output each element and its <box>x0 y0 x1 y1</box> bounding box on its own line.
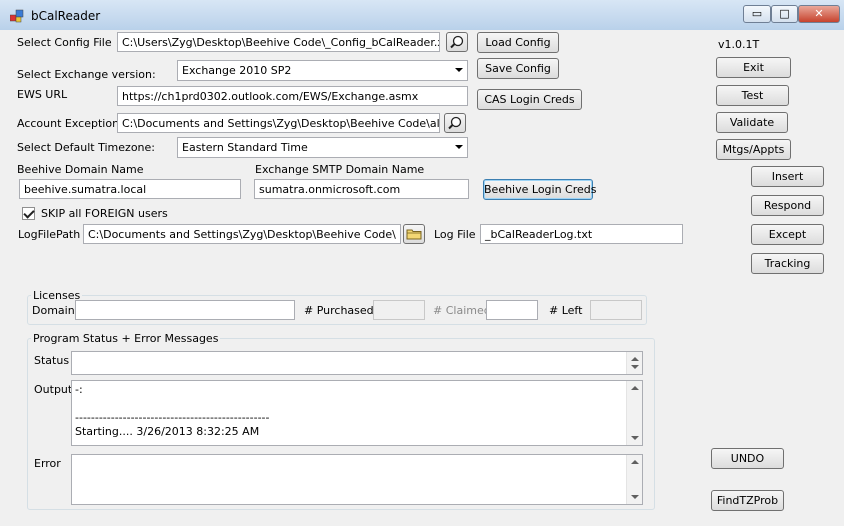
output-textbox[interactable]: -: -------------------------------------… <box>71 380 643 446</box>
respond-button[interactable]: Respond <box>751 195 824 216</box>
browse-folder-button[interactable] <box>403 224 425 244</box>
license-domain-label: Domain: <box>32 304 79 317</box>
output-label: Output <box>34 383 73 396</box>
title-bar[interactable]: bCalReader ▭ □ ✕ <box>0 0 844 30</box>
test-button[interactable]: Test <box>716 85 789 106</box>
account-exceptions-label: Account Exceptions <box>17 117 125 130</box>
beehive-login-button[interactable]: Beehive Login Creds <box>483 179 597 200</box>
maximize-button[interactable]: □ <box>771 5 798 23</box>
browse-config-button[interactable] <box>446 32 468 52</box>
search-icon <box>448 116 462 130</box>
purchased-field <box>373 300 425 320</box>
except-button[interactable]: Except <box>751 224 824 245</box>
mtgs-appts-button[interactable]: Mtgs/Appts <box>716 139 791 160</box>
maximize-icon: □ <box>779 7 790 20</box>
ews-url-field[interactable]: https://ch1prd0302.outlook.com/EWS/Excha… <box>117 86 468 106</box>
scroll-up-icon[interactable] <box>631 357 639 361</box>
scroll-up-icon[interactable] <box>631 460 639 464</box>
scroll-down-icon[interactable] <box>631 495 639 499</box>
chevron-down-icon <box>455 145 463 149</box>
validate-button[interactable]: Validate <box>716 112 788 133</box>
error-label: Error <box>34 457 61 470</box>
tracking-button[interactable]: Tracking <box>751 253 824 274</box>
output-scrollbar[interactable] <box>626 381 642 445</box>
status-textbox[interactable] <box>71 351 643 375</box>
timezone-select[interactable]: Eastern Standard Time <box>177 137 468 158</box>
scroll-down-icon[interactable] <box>631 365 639 369</box>
cas-login-button[interactable]: CAS Login Creds <box>477 89 582 110</box>
version-label: v1.0.1T <box>718 38 760 51</box>
skip-foreign-label: SKIP all FOREIGN users <box>41 207 168 220</box>
insert-button[interactable]: Insert <box>751 166 824 187</box>
logfile-label: Log File <box>434 228 476 241</box>
main-window: bCalReader ▭ □ ✕ Select Config File C:\U… <box>0 0 844 526</box>
error-scrollbar[interactable] <box>626 455 642 504</box>
scroll-down-icon[interactable] <box>631 436 639 440</box>
scroll-up-icon[interactable] <box>631 386 639 390</box>
find-tz-prob-button[interactable]: FindTZProb <box>711 490 784 511</box>
browse-exceptions-button[interactable] <box>444 113 466 133</box>
account-exceptions-field[interactable]: C:\Documents and Settings\Zyg\Desktop\Be… <box>117 113 440 133</box>
logfile-path-field[interactable]: C:\Documents and Settings\Zyg\Desktop\Be… <box>83 224 401 244</box>
claimed-field[interactable] <box>486 300 538 320</box>
load-config-button[interactable]: Load Config <box>477 32 559 53</box>
close-icon: ✕ <box>814 7 824 20</box>
exit-button[interactable]: Exit <box>716 57 791 78</box>
exchange-version-select[interactable]: Exchange 2010 SP2 <box>177 60 468 81</box>
save-config-button[interactable]: Save Config <box>477 58 559 79</box>
error-textbox[interactable] <box>71 454 643 505</box>
close-button[interactable]: ✕ <box>798 5 840 23</box>
license-domain-field[interactable] <box>75 300 295 320</box>
config-file-field[interactable]: C:\Users\Zyg\Desktop\Beehive Code\_Confi… <box>117 32 440 52</box>
left-label: # Left <box>549 304 583 317</box>
claimed-label: # Claimed <box>433 304 491 317</box>
timezone-value: Eastern Standard Time <box>182 141 308 154</box>
status-scrollbar[interactable] <box>626 352 642 374</box>
ews-url-label: EWS URL <box>17 88 68 101</box>
left-field <box>590 300 642 320</box>
undo-button[interactable]: UNDO <box>711 448 784 469</box>
status-group-label: Program Status + Error Messages <box>31 332 221 345</box>
exchange-version-label: Select Exchange version: <box>17 68 156 81</box>
skip-foreign-checkbox[interactable] <box>22 207 35 220</box>
minimize-icon: ▭ <box>751 7 763 20</box>
beehive-domain-field[interactable]: beehive.sumatra.local <box>19 179 241 199</box>
logfile-path-label: LogFilePath <box>18 228 81 241</box>
calendar-app-icon <box>10 9 24 23</box>
output-text: -: -------------------------------------… <box>75 383 270 438</box>
exchange-version-value: Exchange 2010 SP2 <box>182 64 292 77</box>
minimize-button[interactable]: ▭ <box>743 5 771 23</box>
folder-icon <box>406 229 422 240</box>
beehive-domain-label: Beehive Domain Name <box>17 163 144 176</box>
purchased-label: # Purchased <box>304 304 374 317</box>
smtp-domain-label: Exchange SMTP Domain Name <box>255 163 425 176</box>
timezone-label: Select Default Timezone: <box>17 141 155 154</box>
search-icon <box>450 35 464 49</box>
chevron-down-icon <box>455 68 463 72</box>
window-title: bCalReader <box>31 9 101 23</box>
config-file-label: Select Config File <box>17 36 112 49</box>
status-label: Status <box>34 354 70 367</box>
logfile-field[interactable]: _bCalReaderLog.txt <box>480 224 683 244</box>
smtp-domain-field[interactable]: sumatra.onmicrosoft.com <box>254 179 469 199</box>
